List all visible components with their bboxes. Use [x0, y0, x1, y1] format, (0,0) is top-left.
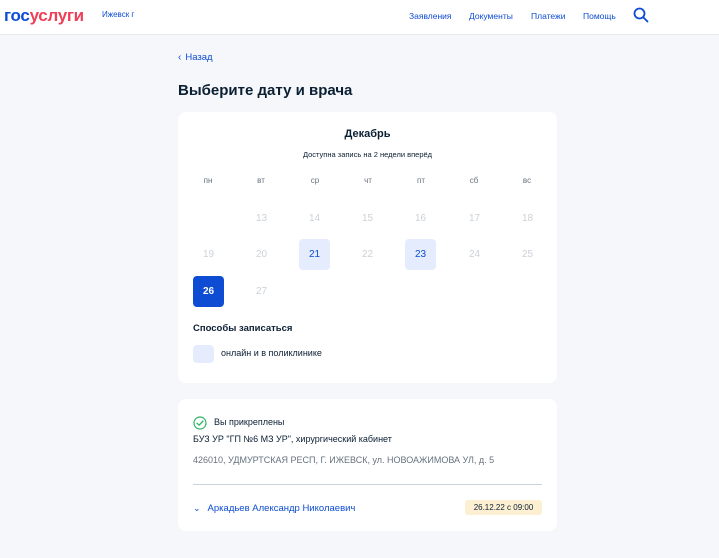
clinic-name: БУЗ УР "ГП №6 МЗ УР", хирургический каби…	[193, 434, 392, 444]
weekday-tue: вт	[257, 176, 265, 185]
calendar-month: Декабрь	[344, 128, 391, 140]
attachment-card: Вы прикреплены БУЗ УР "ГП №6 МЗ УР", хир…	[178, 399, 557, 531]
back-label: Назад	[185, 52, 213, 63]
calendar-day: 14	[308, 213, 321, 224]
chevron-down-icon: ⌄	[193, 503, 201, 513]
calendar-day: 19	[202, 249, 215, 260]
calendar-day-selected[interactable]: 26	[193, 276, 224, 307]
calendar-card: Декабрь Доступна запись на 2 недели впер…	[178, 112, 557, 383]
nav-documents[interactable]: Документы	[469, 11, 513, 21]
nav-help[interactable]: Помощь	[583, 11, 616, 21]
calendar-day: 20	[255, 249, 268, 260]
booking-methods-title: Способы записаться	[193, 323, 293, 334]
divider	[193, 484, 542, 485]
weekday-thu: чт	[364, 176, 372, 185]
calendar-day: 22	[361, 249, 374, 260]
calendar-day: 24	[468, 249, 481, 260]
weekday-wed: ср	[310, 176, 320, 185]
check-circle-icon	[193, 416, 207, 430]
page-title: Выберите дату и врача	[178, 82, 353, 99]
calendar-day-available[interactable]: 21	[299, 239, 330, 270]
gosuslugi-logo[interactable]: госуслуги	[4, 6, 84, 26]
nearest-slot-badge: 26.12.22 с 09:00	[465, 500, 542, 515]
top-bar: госуслуги Ижевск г Заявления Документы П…	[0, 0, 719, 35]
city-selector[interactable]: Ижевск г	[102, 10, 134, 19]
booking-method-label: онлайн и в поликлинике	[221, 348, 322, 358]
calendar-day: 15	[361, 213, 374, 224]
calendar-day: 18	[521, 213, 534, 224]
weekday-sun: вс	[522, 176, 532, 185]
clinic-address: 426010, УДМУРТСКАЯ РЕСП, Г. ИЖЕВСК, ул. …	[193, 455, 495, 465]
attachment-status: Вы прикреплены	[214, 417, 285, 427]
weekday-sat: сб	[469, 176, 479, 185]
chevron-left-icon: ‹	[178, 52, 182, 63]
calendar-day: 13	[255, 213, 268, 224]
calendar-subtitle: Доступна запись на 2 недели вперёд	[302, 150, 433, 159]
calendar-day-available[interactable]: 23	[405, 239, 436, 270]
weekday-mon: пн	[203, 176, 213, 185]
weekday-fri: пт	[417, 176, 425, 185]
calendar-day: 27	[255, 286, 268, 297]
doctor-name: Аркадьев Александр Николаевич	[207, 503, 356, 514]
search-icon[interactable]	[633, 7, 649, 23]
back-link[interactable]: ‹ Назад	[178, 52, 213, 63]
calendar-day: 25	[521, 249, 534, 260]
calendar-day: 17	[468, 213, 481, 224]
booking-method-indicator	[193, 345, 214, 363]
nav-payments[interactable]: Платежи	[531, 11, 565, 21]
doctor-toggle[interactable]: ⌄ Аркадьев Александр Николаевич	[193, 503, 355, 514]
calendar-day: 16	[414, 213, 427, 224]
nav-applications[interactable]: Заявления	[409, 11, 452, 21]
